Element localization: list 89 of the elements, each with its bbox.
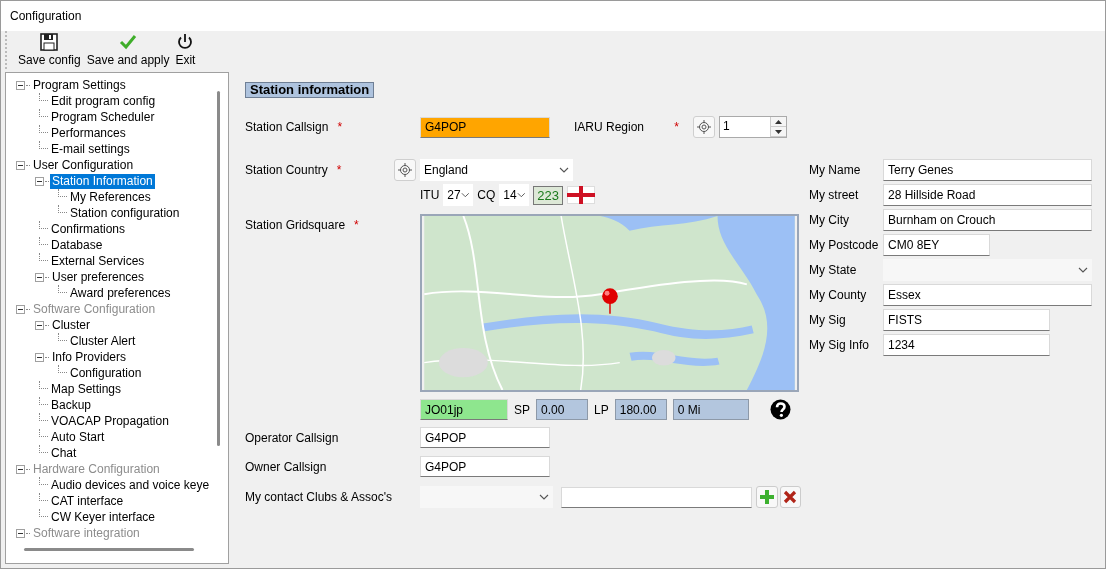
caret-icon [460,191,470,199]
field-label: CQ [477,188,496,202]
required-mark: * [336,163,342,177]
input-field[interactable]: 0 Mi [672,399,749,420]
field-label: Station Gridsquare [245,218,346,232]
up-arrow-icon [775,119,782,124]
collapse-icon[interactable] [35,272,44,282]
spin-box[interactable]: 1 [719,116,787,138]
field-label: IARU Region [574,120,645,134]
input-field[interactable] [561,486,753,508]
collapse-icon[interactable] [16,160,25,170]
tree-item[interactable]: E-mail settings [49,141,132,157]
tree-item[interactable]: External Services [49,253,147,269]
field-label: Operator Callsign [245,430,339,445]
field-label: My Sig [809,313,847,327]
field-label: Station Country [245,163,328,177]
tree-item[interactable]: Edit program config [49,93,158,109]
help-icon[interactable] [769,399,791,420]
close-icon [783,490,798,504]
spin-up-button[interactable] [771,117,786,127]
input-field[interactable]: G4POP [420,116,550,138]
tree-item[interactable]: Database [49,237,105,253]
delete-button[interactable] [779,486,801,508]
scrollbar[interactable] [24,548,194,551]
field-label: ITU [420,188,440,202]
collapse-icon[interactable] [16,80,25,90]
section-title: Station information [245,82,375,98]
input-field[interactable]: Essex [883,284,1092,306]
field-label: LP [594,402,609,417]
power-icon [176,33,195,51]
tree-item[interactable]: User Configuration [31,157,136,173]
field-label: Owner Callsign [245,459,327,474]
country-dropdown[interactable]: England [420,159,573,181]
field-label: Station Callsign [245,120,329,134]
crosshair-icon [697,120,711,134]
tree-item[interactable]: Station Information [50,173,155,189]
flag-icon [567,186,596,204]
checkmark-icon [119,33,138,51]
input-field[interactable]: Burnham on Crouch [883,209,1092,231]
plus-icon [760,490,775,504]
toolbar-button[interactable]: Save and apply [83,33,173,69]
caret-icon [539,493,550,501]
required-mark: * [354,218,359,232]
field-label: My County [809,288,868,302]
caret-icon [516,191,526,199]
locate-button[interactable] [394,159,416,181]
required-mark: * [337,120,343,134]
tree-item[interactable]: User preferences [50,269,147,285]
field-label: My State [809,263,858,277]
field-label: My Name [809,163,862,177]
input-field[interactable]: 1234 [883,334,1050,356]
add-button[interactable] [756,486,778,508]
tree-item[interactable]: My References [68,189,153,205]
dxcc-number: 223 [533,185,564,205]
field-label: My City [809,213,850,227]
spin-down-button[interactable] [771,127,786,137]
tree-item[interactable]: Confirmations [49,221,128,237]
input-field[interactable]: CM0 8EY [883,234,990,256]
input-field[interactable]: G4POP [420,456,550,477]
zone-dropdown[interactable]: 27 [443,184,474,206]
locate-button[interactable] [693,116,715,138]
field-label: My Sig Info [809,338,871,352]
scrollbar[interactable] [217,91,220,446]
field-label: My Postcode [809,238,880,252]
caret-icon [559,166,569,174]
input-field[interactable]: G4POP [420,427,550,448]
tree-item[interactable]: Award preferences [68,285,173,301]
toolbar-button[interactable]: Exit [172,33,199,69]
crosshair-icon [398,163,412,177]
zone-dropdown[interactable]: 14 [499,184,530,206]
window-title: Configuration [10,9,82,23]
tree-item[interactable]: Program Scheduler [49,109,157,125]
tree-item[interactable]: Program Settings [31,77,128,93]
toolbar-button[interactable]: Save config [15,33,84,69]
input-field[interactable]: Terry Genes [883,159,1092,181]
tree-item[interactable]: Station configuration [68,205,182,221]
input-field[interactable]: 0.00 [536,399,588,420]
field-label: My contact Clubs & Assoc's [245,490,392,504]
input-field[interactable]: 28 Hillside Road [883,184,1092,206]
collapse-icon[interactable] [35,176,44,186]
field-label: SP [514,402,530,417]
input-field[interactable]: JO01jp [420,399,508,420]
input-field[interactable]: FISTS [883,309,1050,331]
input-field[interactable]: 180.00 [614,399,667,420]
down-arrow-icon [775,129,782,134]
caret-icon [1078,266,1088,274]
field-label: My street [809,188,860,202]
tree-item[interactable]: Performances [49,125,128,141]
required-mark: * [674,120,679,134]
